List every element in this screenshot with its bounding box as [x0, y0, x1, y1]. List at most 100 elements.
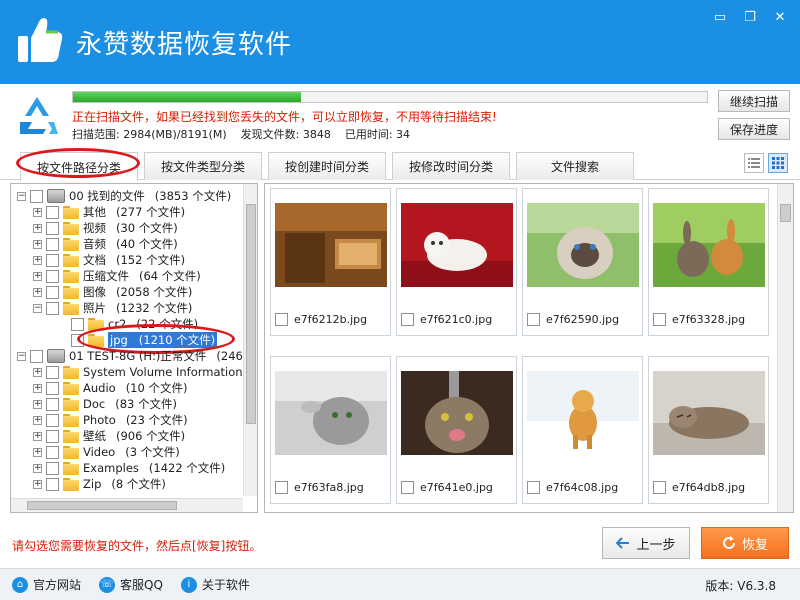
- tree-item[interactable]: + Video (3 个文件): [33, 444, 180, 460]
- file-card[interactable]: e7f63fa8.jpg: [270, 356, 391, 504]
- tree-horizontal-scrollbar[interactable]: [11, 498, 243, 512]
- tree-item[interactable]: + Zip (8 个文件): [33, 476, 166, 492]
- tree-item[interactable]: + 其他 (277 个文件): [33, 204, 185, 220]
- scroll-thumb[interactable]: [780, 204, 791, 222]
- checkbox[interactable]: [46, 221, 59, 235]
- official-site-link[interactable]: ⌂ 官方网站: [12, 576, 81, 593]
- expand-icon[interactable]: +: [33, 223, 42, 233]
- checkbox[interactable]: [46, 237, 59, 251]
- file-caption: e7f64db8.jpg: [653, 481, 745, 494]
- tab-by-type[interactable]: 按文件类型分类: [144, 152, 262, 180]
- checkbox[interactable]: [46, 397, 59, 411]
- sleeping-tabby-photo[interactable]: [653, 371, 765, 455]
- file-checkbox[interactable]: [275, 481, 288, 494]
- collapse-icon[interactable]: −: [33, 303, 42, 313]
- checkbox[interactable]: [46, 365, 59, 379]
- tree-item[interactable]: + 图像 (2058 个文件): [33, 284, 192, 300]
- tree-count: (906 个文件): [116, 429, 186, 443]
- tree-item[interactable]: + Photo (23 个文件): [33, 412, 188, 428]
- checkbox[interactable]: [46, 205, 59, 219]
- file-card[interactable]: e7f64c08.jpg: [522, 356, 643, 504]
- file-checkbox[interactable]: [275, 313, 288, 326]
- checkbox[interactable]: [46, 269, 59, 283]
- checkbox[interactable]: [46, 429, 59, 443]
- file-card[interactable]: e7f63328.jpg: [648, 188, 769, 336]
- tree-item[interactable]: − 照片 (1232 个文件): [33, 300, 192, 316]
- expand-icon[interactable]: +: [33, 367, 42, 377]
- file-card[interactable]: e7f621c0.jpg: [396, 188, 517, 336]
- checkbox[interactable]: [71, 317, 84, 331]
- tab-file-search[interactable]: 文件搜索: [516, 152, 634, 180]
- file-checkbox[interactable]: [401, 481, 414, 494]
- expand-icon[interactable]: +: [33, 383, 42, 393]
- tree-item[interactable]: + 压缩文件 (64 个文件): [33, 268, 201, 284]
- tree-root-found[interactable]: − 00 找到的文件 (3853 个文件): [17, 188, 231, 204]
- checkbox[interactable]: [46, 461, 59, 475]
- file-card[interactable]: e7f64db8.jpg: [648, 356, 769, 504]
- close-icon[interactable]: ✕: [768, 6, 792, 28]
- grid-vertical-scrollbar[interactable]: [777, 184, 793, 512]
- checkbox[interactable]: [46, 381, 59, 395]
- checkbox[interactable]: [46, 477, 59, 491]
- checkbox[interactable]: [46, 301, 59, 315]
- tree-item[interactable]: + 壁纸 (906 个文件): [33, 428, 185, 444]
- expand-icon[interactable]: +: [33, 463, 42, 473]
- expand-icon[interactable]: +: [33, 415, 42, 425]
- previous-step-button[interactable]: 上一步: [602, 527, 690, 559]
- orange-cat-snow-photo[interactable]: [527, 371, 639, 455]
- expand-icon[interactable]: +: [33, 287, 42, 297]
- scroll-thumb[interactable]: [27, 501, 177, 510]
- about-link[interactable]: i 关于软件: [180, 576, 250, 593]
- file-card[interactable]: e7f62590.jpg: [522, 188, 643, 336]
- expand-icon[interactable]: +: [33, 479, 42, 489]
- tree-item[interactable]: + 音频 (40 个文件): [33, 236, 178, 252]
- expand-icon[interactable]: +: [33, 207, 42, 217]
- checkbox[interactable]: [46, 285, 59, 299]
- file-card[interactable]: e7f641e0.jpg: [396, 356, 517, 504]
- tree-vertical-scrollbar[interactable]: [243, 184, 257, 496]
- tab-by-created[interactable]: 按创建时间分类: [268, 152, 386, 180]
- tree-item[interactable]: +System Volume Information(: [33, 364, 257, 380]
- tree-item[interactable]: + Examples (1422 个文件): [33, 460, 225, 476]
- checkbox[interactable]: [46, 445, 59, 459]
- checkbox[interactable]: [46, 413, 59, 427]
- expand-icon[interactable]: +: [33, 447, 42, 457]
- file-checkbox[interactable]: [653, 481, 666, 494]
- collapse-icon[interactable]: −: [17, 351, 26, 361]
- file-checkbox[interactable]: [527, 481, 540, 494]
- restore-icon[interactable]: ❐: [738, 6, 762, 28]
- siamese-cat-photo[interactable]: [527, 203, 639, 287]
- expand-icon[interactable]: +: [33, 431, 42, 441]
- collapse-icon[interactable]: −: [17, 191, 26, 201]
- two-rabbits-photo[interactable]: [653, 203, 765, 287]
- grid-view-icon[interactable]: [768, 153, 788, 173]
- file-checkbox[interactable]: [527, 313, 540, 326]
- expand-icon[interactable]: +: [33, 239, 42, 249]
- save-progress-button[interactable]: 保存进度: [718, 118, 790, 140]
- checkbox[interactable]: [30, 189, 43, 203]
- tab-by-modified[interactable]: 按修改时间分类: [392, 152, 510, 180]
- tree-item[interactable]: + Audio (10 个文件): [33, 380, 187, 396]
- expand-icon[interactable]: +: [33, 255, 42, 265]
- white-kitten-photo[interactable]: [401, 203, 513, 287]
- file-checkbox[interactable]: [401, 313, 414, 326]
- recover-button[interactable]: 恢复: [701, 527, 789, 559]
- grey-cat-paw-photo[interactable]: [275, 371, 387, 455]
- wooden-room-photo[interactable]: [275, 203, 387, 287]
- continue-scan-button[interactable]: 继续扫描: [718, 90, 790, 112]
- scroll-thumb[interactable]: [246, 204, 256, 424]
- file-checkbox[interactable]: [653, 313, 666, 326]
- expand-icon[interactable]: +: [33, 271, 42, 281]
- checkbox[interactable]: [30, 349, 43, 363]
- tree-item[interactable]: + Doc (83 个文件): [33, 396, 177, 412]
- tree-item[interactable]: + 视频 (30 个文件): [33, 220, 178, 236]
- file-card[interactable]: e7f6212b.jpg: [270, 188, 391, 336]
- support-qq-link[interactable]: ☏ 客服QQ: [99, 576, 163, 593]
- minimize-icon[interactable]: ▭: [708, 6, 732, 28]
- tree-item[interactable]: + 文档 (152 个文件): [33, 252, 185, 268]
- checkbox[interactable]: [46, 253, 59, 267]
- tree-root-drive[interactable]: − 01 TEST-8G (H:)正常文件 (2465 个: [17, 348, 257, 364]
- expand-icon[interactable]: +: [33, 399, 42, 409]
- cat-drinking-photo[interactable]: [401, 371, 513, 455]
- list-view-icon[interactable]: [744, 153, 764, 173]
